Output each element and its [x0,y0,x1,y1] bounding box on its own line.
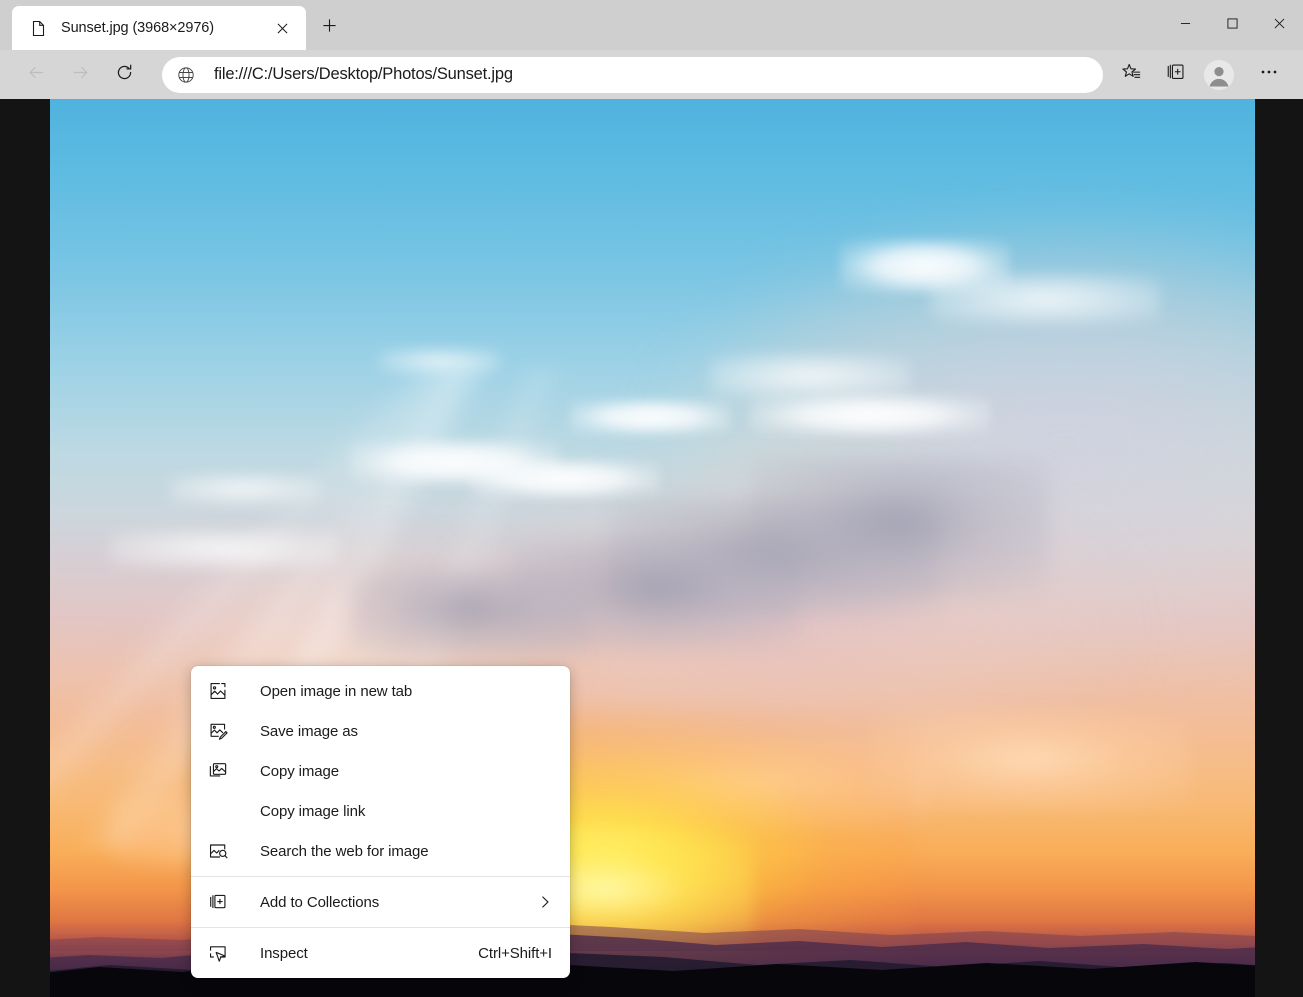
window-minimize-button[interactable] [1162,0,1209,50]
context-menu-item-label: Open image in new tab [260,683,552,700]
browser-toolbar: file:///C:/Users/Desktop/Photos/Sunset.j… [0,50,1303,99]
open-image-new-tab-icon [207,680,229,702]
tab-close-icon[interactable] [268,14,296,42]
context-menu-item-add-to-collections[interactable]: Add to Collections [191,882,570,922]
chevron-right-icon [538,895,552,909]
arrow-right-icon [71,63,90,87]
photo-cloud-shadow [750,459,1050,599]
window-maximize-button[interactable] [1209,0,1256,50]
context-menu-item-search-the-web-for-image[interactable]: Search the web for image [191,831,570,871]
settings-and-more-button[interactable] [1251,57,1287,93]
context-menu-item-label: Add to Collections [260,894,524,911]
page-viewport: Open image in new tab Save image as [0,99,1303,997]
refresh-button[interactable] [106,57,142,93]
save-image-icon [207,720,229,742]
tab-title: Sunset.jpg (3968×2976) [61,20,268,36]
close-icon [1274,16,1285,34]
document-icon [30,20,47,37]
globe-icon [176,65,196,85]
photo-cloud-puff [930,274,1160,324]
favorites-button[interactable] [1113,57,1149,93]
no-icon-placeholder [207,800,229,822]
photo-cloud-puff [750,394,990,436]
photo-cloud-puff [170,474,320,504]
address-bar-url[interactable]: file:///C:/Users/Desktop/Photos/Sunset.j… [214,65,1089,84]
context-menu-item-open-image-in-new-tab[interactable]: Open image in new tab [191,671,570,711]
ellipsis-icon [1259,62,1279,87]
photo-cloud-shadow [350,569,590,659]
context-menu-item-label: Copy image [260,763,552,780]
profile-button[interactable] [1201,57,1237,93]
context-menu-item-label: Search the web for image [260,843,552,860]
title-bar: Sunset.jpg (3968×2976) [0,0,1303,50]
refresh-icon [115,63,134,87]
context-menu-separator [191,927,570,928]
photo-cloud-puff [380,349,500,373]
plus-icon [322,18,337,38]
browser-tab-sunset[interactable]: Sunset.jpg (3968×2976) [12,6,306,50]
forward-button[interactable] [62,57,98,93]
minimize-icon [1180,16,1191,34]
collections-button[interactable] [1157,57,1193,93]
context-menu-item-copy-image-link[interactable]: Copy image link [191,791,570,831]
star-favorites-icon [1121,62,1142,88]
maximize-icon [1227,16,1238,34]
photo-cloud-puff [110,529,340,569]
address-bar[interactable]: file:///C:/Users/Desktop/Photos/Sunset.j… [162,57,1103,93]
arrow-left-icon [27,63,46,87]
context-menu-item-label: Copy image link [260,803,552,820]
context-menu-item-label: Inspect [260,945,464,962]
context-menu-item-inspect[interactable]: Inspect Ctrl+Shift+I [191,933,570,973]
context-menu-item-label: Save image as [260,723,552,740]
photo-cloud-puff [710,354,910,398]
context-menu-item-shortcut: Ctrl+Shift+I [478,945,552,962]
search-image-icon [207,840,229,862]
photo-cloud-warm [870,709,1190,809]
profile-avatar-icon [1204,60,1234,90]
inspect-icon [207,942,229,964]
context-menu-separator [191,876,570,877]
collections-icon [1165,62,1186,88]
photo-cloud-puff [570,399,730,435]
context-menu-item-copy-image[interactable]: Copy image [191,751,570,791]
add-to-collections-icon [207,891,229,913]
window-close-button[interactable] [1256,0,1303,50]
image-context-menu: Open image in new tab Save image as [191,666,570,978]
new-tab-button[interactable] [314,13,344,43]
copy-image-icon [207,760,229,782]
window-controls [1162,0,1303,50]
back-button[interactable] [18,57,54,93]
context-menu-item-save-image-as[interactable]: Save image as [191,711,570,751]
photo-cloud-puff [470,459,660,499]
